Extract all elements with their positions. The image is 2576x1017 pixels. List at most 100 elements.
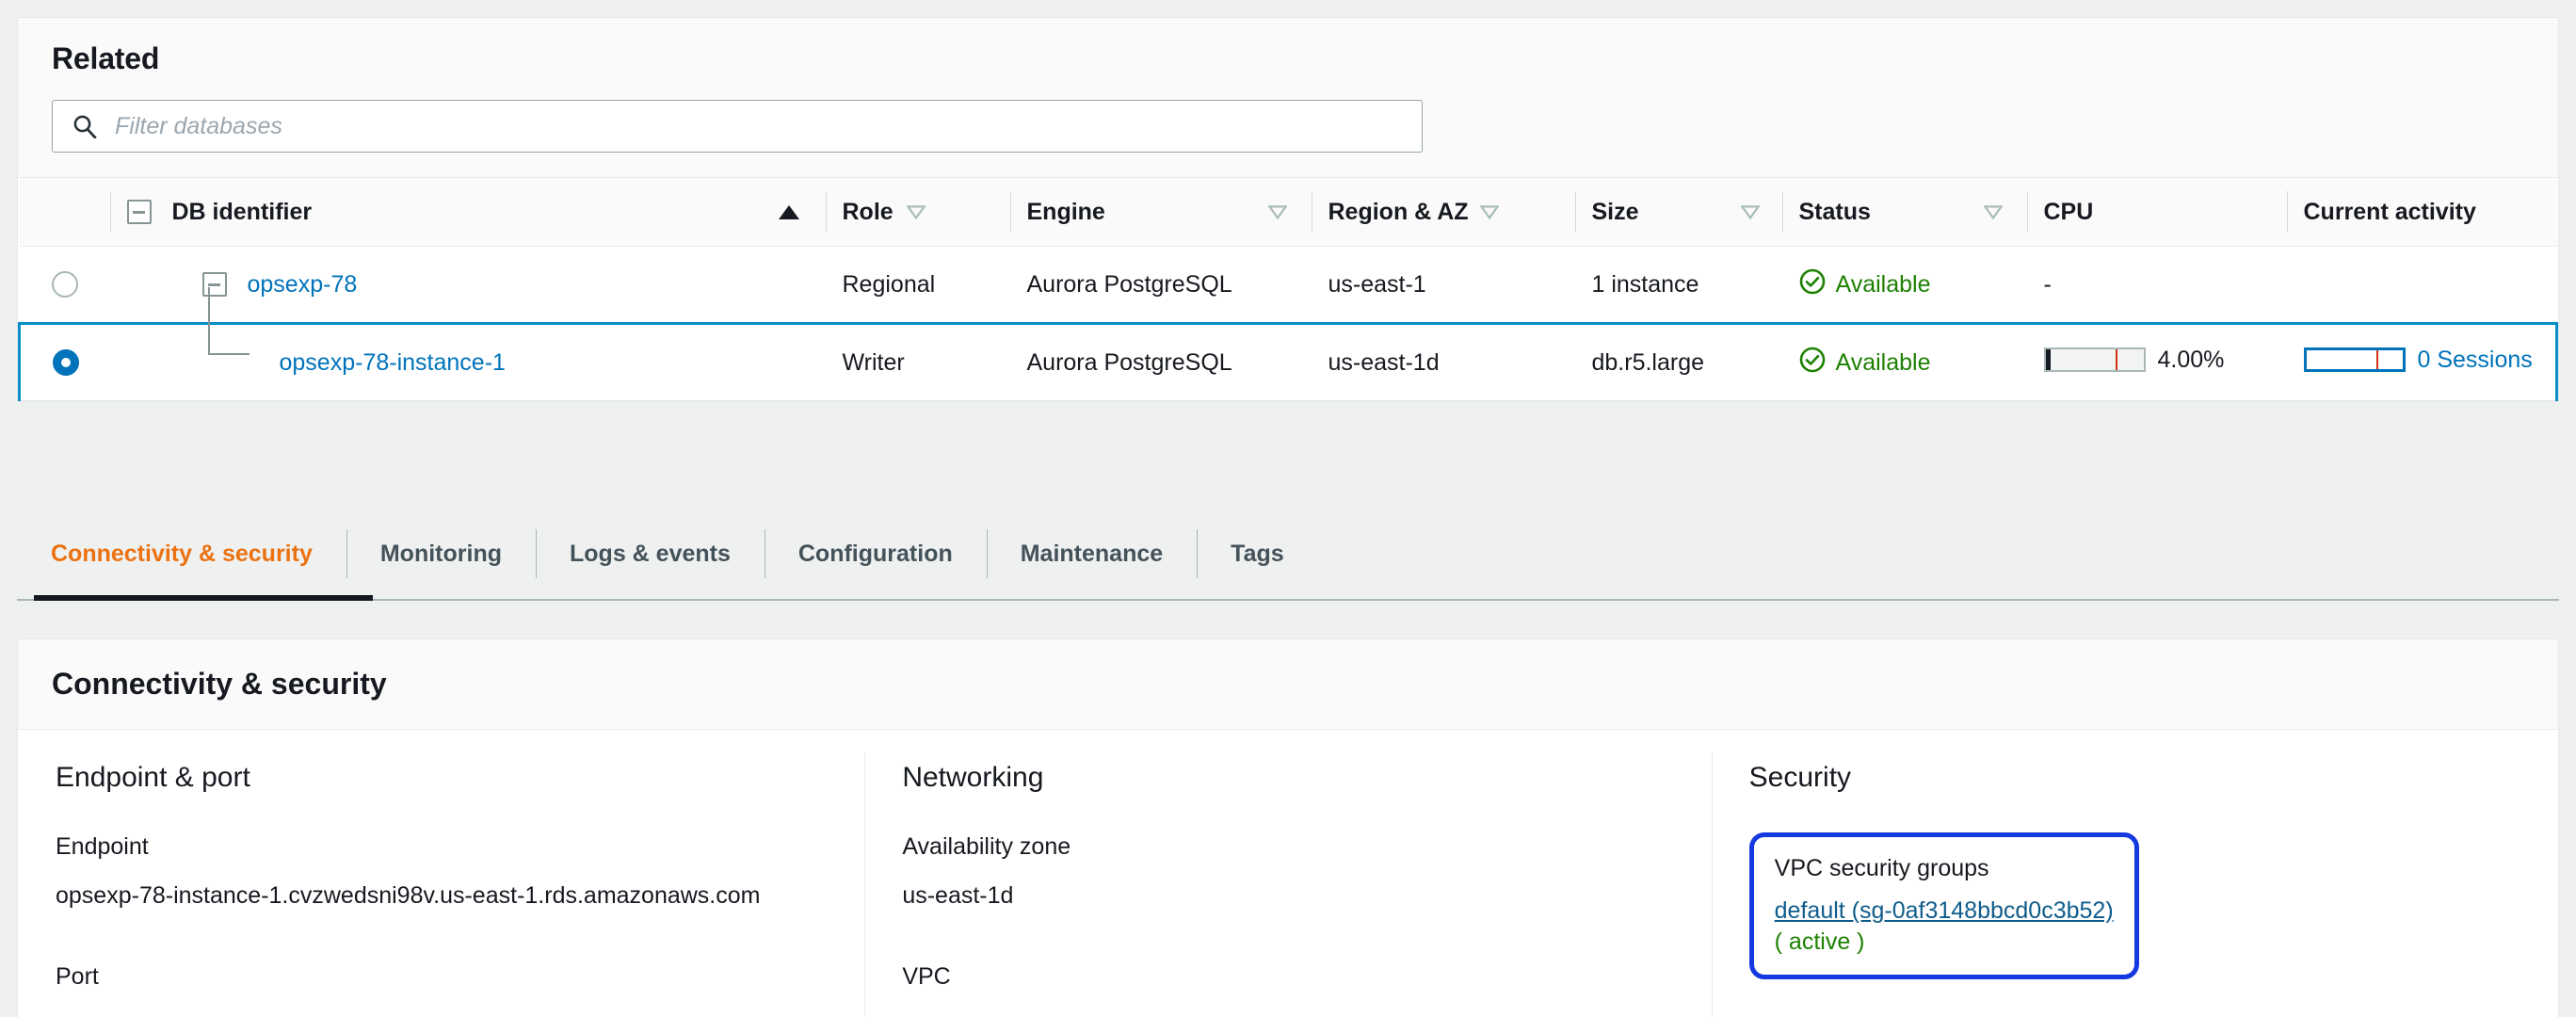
column-header-db-identifier[interactable]: DB identifier: [109, 178, 826, 248]
tab-label: Maintenance: [1020, 540, 1164, 567]
row-size-cell: 1 instance: [1574, 246, 1782, 325]
status-available-icon: [1799, 347, 1836, 379]
column-header-engine-label: Engine: [1026, 198, 1105, 225]
tab-label: Tags: [1231, 540, 1284, 567]
column-header-db-identifier-label: DB identifier: [171, 198, 313, 225]
chevron-down-icon[interactable]: [1740, 204, 1760, 219]
endpoint-label: Endpoint: [56, 833, 149, 861]
sessions-gauge-threshold-tick: [2375, 350, 2378, 370]
cpu-value-label: 4.00%: [2157, 346, 2225, 373]
related-databases-card: Related Filter databases DB identifier R…: [17, 17, 2559, 403]
tab-label: Monitoring: [379, 540, 502, 567]
db-identifier-link[interactable]: opsexp-78-instance-1: [280, 349, 506, 377]
column-header-region-az-label: Region & AZ: [1328, 198, 1469, 225]
networking-heading: Networking: [902, 762, 1044, 794]
column-header-status-label: Status: [1798, 198, 1871, 225]
related-card-header: Related: [18, 18, 2558, 179]
row-radio-button[interactable]: [51, 271, 78, 299]
column-header-current-activity-label: Current activity: [2303, 198, 2476, 225]
row-db-identifier-cell: opsexp-78-instance-1: [109, 287, 826, 402]
security-group-link[interactable]: default (sg-0af3148bbcd0c3b52): [1775, 897, 2114, 925]
table-header-row: DB identifier Role Engine Region & AZ Si…: [19, 178, 2557, 248]
column-header-status[interactable]: Status: [1781, 178, 2027, 248]
column-header-size[interactable]: Size: [1574, 178, 1782, 248]
endpoint-and-port-heading: Endpoint & port: [56, 762, 250, 794]
cpu-gauge: 4.00%: [2043, 346, 2225, 374]
row-region-cell: us-east-1d: [1311, 322, 1575, 402]
panel-header: Connectivity & security: [18, 639, 2558, 731]
tab-label: Logs & events: [570, 540, 731, 567]
row-engine-cell: Aurora PostgreSQL: [1009, 246, 1312, 325]
cpu-gauge-threshold-tick: [2115, 349, 2117, 371]
tabs-baseline: [17, 599, 2559, 601]
column-header-role[interactable]: Role: [825, 178, 1010, 248]
security-column: Security VPC security groups default (sg…: [1711, 730, 2558, 1017]
detail-tabs: Connectivity & security Monitoring Logs …: [17, 508, 2559, 603]
status-available-icon: [1799, 268, 1836, 301]
column-header-cpu[interactable]: CPU: [2026, 178, 2287, 248]
availability-zone-label: Availability zone: [902, 833, 1071, 861]
row-select-cell: [18, 322, 110, 402]
panel-title: Connectivity & security: [52, 667, 387, 701]
row-radio-button[interactable]: [53, 349, 79, 377]
tab-tags[interactable]: Tags: [1197, 508, 1318, 599]
vpc-security-groups-label: VPC security groups: [1774, 855, 1989, 882]
row-activity-cell: 0 Sessions: [2286, 322, 2558, 402]
row-size-cell: db.r5.large: [1574, 322, 1782, 402]
tab-maintenance[interactable]: Maintenance: [986, 508, 1197, 599]
tab-logs-and-events[interactable]: Logs & events: [536, 508, 765, 599]
sessions-gauge-bar: [2303, 347, 2406, 373]
rds-database-details-page: Related Filter databases DB identifier R…: [0, 0, 2576, 1017]
tab-monitoring[interactable]: Monitoring: [346, 508, 536, 599]
page-title: Related: [52, 41, 160, 75]
vpc-security-groups-highlight: VPC security groups default (sg-0af3148b…: [1748, 832, 2139, 980]
vpc-label: VPC: [902, 963, 951, 991]
chevron-down-icon[interactable]: [1479, 204, 1499, 219]
row-cpu-cell: -: [2026, 246, 2287, 325]
table-row[interactable]: opsexp-78-instance-1 Writer Aurora Postg…: [18, 287, 2558, 402]
table-body: opsexp-78 Regional Aurora PostgreSQL us-…: [18, 246, 2558, 402]
port-label: Port: [56, 963, 99, 991]
row-activity-cell: [2286, 246, 2557, 325]
column-header-size-label: Size: [1591, 198, 1639, 225]
row-engine-cell: Aurora PostgreSQL: [1009, 322, 1312, 402]
search-input[interactable]: [52, 100, 1423, 153]
cpu-gauge-fill: [2045, 349, 2051, 371]
tab-connectivity-and-security[interactable]: Connectivity & security: [17, 508, 346, 599]
row-cpu-cell: 4.00%: [2026, 322, 2287, 402]
chevron-down-icon[interactable]: [1267, 204, 1287, 219]
sessions-value-label: 0 Sessions: [2417, 346, 2533, 373]
filter-databases-field: [52, 100, 1423, 153]
networking-column: Networking Availability zone us-east-1d …: [864, 730, 1711, 1017]
row-db-identifier-cell: opsexp-78: [109, 246, 826, 325]
row-role-cell: Writer: [825, 322, 1010, 402]
row-status-cell: Available: [1781, 322, 2027, 402]
column-header-current-activity[interactable]: Current activity: [2286, 178, 2557, 248]
row-select-cell: [19, 246, 110, 325]
column-header-cpu-label: CPU: [2043, 198, 2094, 225]
tree-connector-vertical: [207, 287, 210, 356]
table-header: DB identifier Role Engine Region & AZ Si…: [19, 178, 2557, 248]
cpu-gauge-bar: [2043, 347, 2146, 373]
active-tab-indicator: [34, 595, 373, 601]
sort-ascending-icon: [778, 204, 799, 219]
security-heading: Security: [1748, 762, 1852, 794]
row-role-cell: Regional: [825, 246, 1010, 325]
status-badge: Available: [1835, 348, 1931, 376]
availability-zone-value: us-east-1d: [902, 882, 1014, 910]
chevron-down-icon[interactable]: [1983, 204, 2003, 219]
related-databases-table: DB identifier Role Engine Region & AZ Si…: [18, 178, 2558, 402]
column-header-region-az[interactable]: Region & AZ: [1311, 178, 1575, 248]
collapse-all-icon[interactable]: [126, 200, 152, 225]
table-row[interactable]: opsexp-78 Regional Aurora PostgreSQL us-…: [19, 246, 2557, 325]
connectivity-security-panel: Connectivity & security Endpoint & port …: [17, 638, 2559, 1017]
panel-columns: Endpoint & port Endpoint opsexp-78-insta…: [18, 730, 2558, 1017]
column-header-select: [19, 178, 110, 248]
tab-configuration[interactable]: Configuration: [764, 508, 987, 599]
status-badge: Available: [1835, 270, 1931, 298]
endpoint-and-port-column: Endpoint & port Endpoint opsexp-78-insta…: [18, 730, 864, 1017]
column-header-engine[interactable]: Engine: [1009, 178, 1312, 248]
row-collapse-icon[interactable]: [201, 272, 227, 298]
chevron-down-icon[interactable]: [906, 204, 926, 219]
db-identifier-link[interactable]: opsexp-78: [248, 271, 358, 299]
